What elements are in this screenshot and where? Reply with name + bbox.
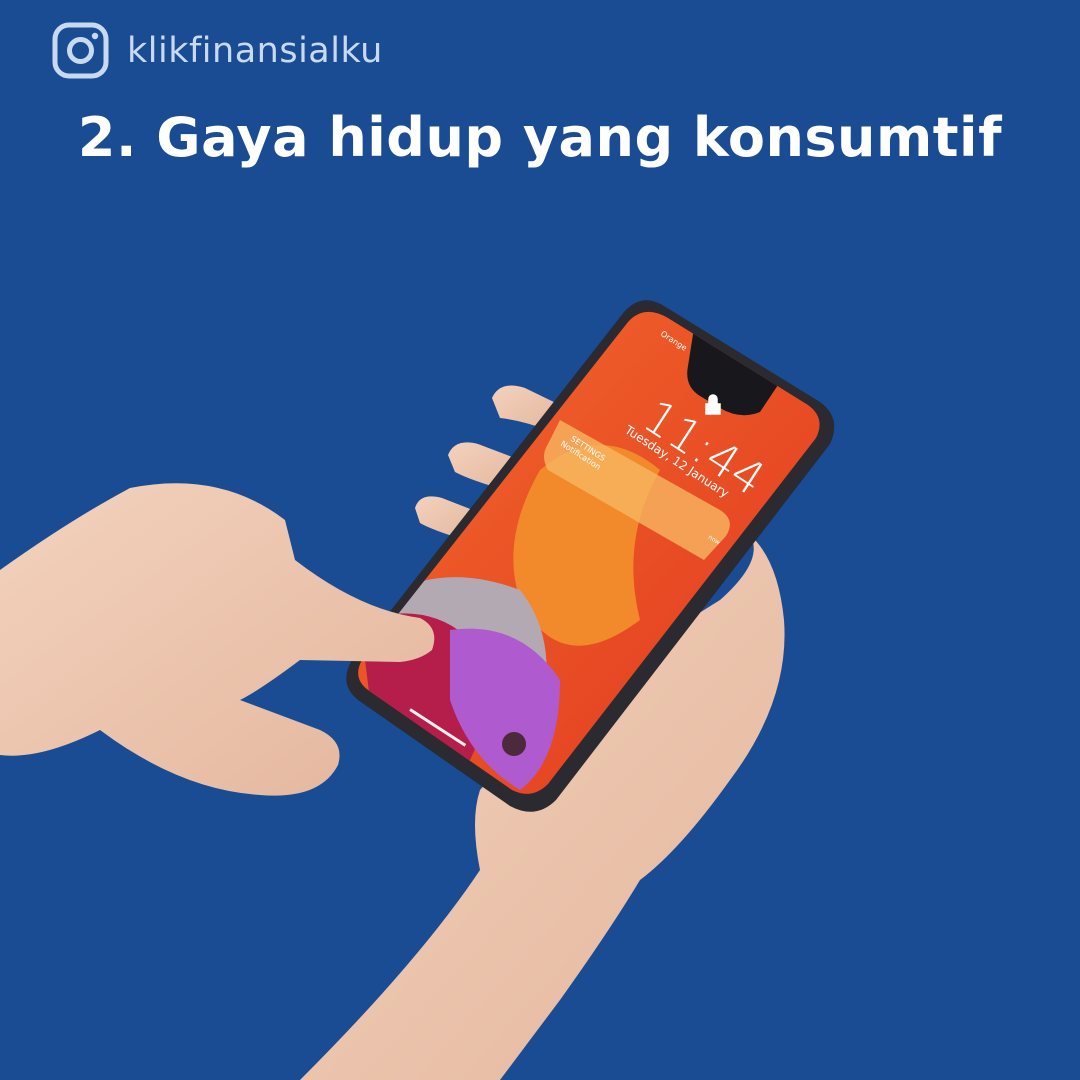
- smartphone: Orange 11:44 Tuesday, 12 January SETTING…: [346, 300, 835, 812]
- left-hand: [0, 483, 435, 796]
- hands-phone-illustration: Orange 11:44 Tuesday, 12 January SETTING…: [0, 300, 835, 1080]
